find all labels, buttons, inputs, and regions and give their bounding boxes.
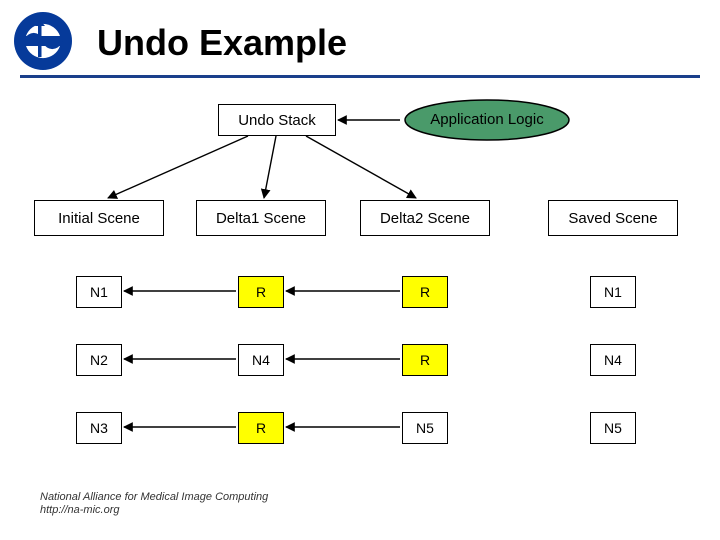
initial-scene-box: Initial Scene xyxy=(34,200,164,236)
title-rule xyxy=(20,75,700,78)
footer-line1: National Alliance for Medical Image Comp… xyxy=(40,491,268,505)
node-delta1-row2: R xyxy=(238,412,284,444)
delta2-scene-label: Delta2 Scene xyxy=(380,210,470,227)
node-initial-row0: N1 xyxy=(76,276,122,308)
node-initial-row1: N2 xyxy=(76,344,122,376)
namic-logo xyxy=(12,10,74,77)
node-delta1-row1: N4 xyxy=(238,344,284,376)
node-delta1-row0: R xyxy=(238,276,284,308)
delta2-scene-box: Delta2 Scene xyxy=(360,200,490,236)
footer: National Alliance for Medical Image Comp… xyxy=(40,491,268,519)
delta1-scene-box: Delta1 Scene xyxy=(196,200,326,236)
app-logic-label-container: Application Logic xyxy=(402,104,572,134)
arrows xyxy=(0,0,720,540)
node-saved-row2: N5 xyxy=(590,412,636,444)
app-logic-label: Application Logic xyxy=(430,111,543,128)
footer-line2: http://na-mic.org xyxy=(40,504,268,518)
node-saved-row0: N1 xyxy=(590,276,636,308)
node-delta2-row1: R xyxy=(402,344,448,376)
page-title: Undo Example xyxy=(97,22,347,64)
node-saved-row1: N4 xyxy=(590,344,636,376)
initial-scene-label: Initial Scene xyxy=(58,210,140,227)
node-delta2-row2: N5 xyxy=(402,412,448,444)
node-initial-row2: N3 xyxy=(76,412,122,444)
node-delta2-row0: R xyxy=(402,276,448,308)
saved-scene-label: Saved Scene xyxy=(568,210,657,227)
undo-stack-box: Undo Stack xyxy=(218,104,336,136)
delta1-scene-label: Delta1 Scene xyxy=(216,210,306,227)
undo-stack-label: Undo Stack xyxy=(238,112,316,129)
slide: Undo Example Undo Stack Application Logi… xyxy=(0,0,720,540)
saved-scene-box: Saved Scene xyxy=(548,200,678,236)
